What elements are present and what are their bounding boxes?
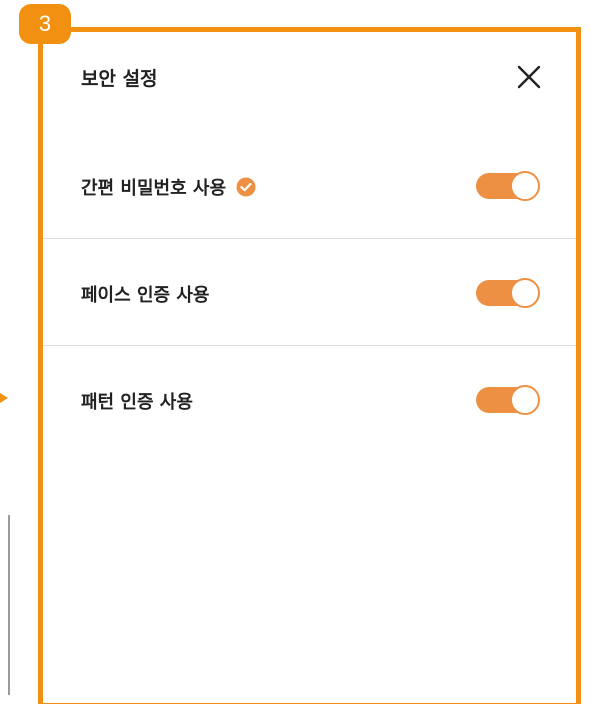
setting-row-face-auth: 페이스 인증 사용	[43, 239, 576, 346]
setting-label-wrapper: 패턴 인증 사용	[81, 388, 193, 414]
setting-row-simple-password: 간편 비밀번호 사용	[43, 132, 576, 239]
toggle-knob	[510, 171, 540, 201]
close-icon	[517, 65, 541, 89]
simple-password-toggle[interactable]	[476, 171, 540, 201]
page-title: 보안 설정	[81, 68, 158, 90]
face-auth-toggle[interactable]	[476, 278, 540, 308]
setting-label-wrapper: 페이스 인증 사용	[81, 281, 209, 307]
setting-label: 페이스 인증 사용	[81, 285, 210, 306]
settings-list: 간편 비밀번호 사용 페이스 인증 사용 패턴 인증 사용	[43, 132, 576, 452]
panel-header: 보안 설정	[43, 32, 576, 127]
toggle-knob	[510, 278, 540, 308]
check-circle-icon	[236, 177, 256, 197]
setting-row-pattern-auth: 패턴 인증 사용	[43, 346, 576, 452]
arrow-pointer-icon	[0, 393, 8, 403]
security-settings-panel: 보안 설정 간편 비밀번호 사용 페이스 인증 사용 패턴 인증 사용	[38, 27, 581, 704]
setting-label-wrapper: 간편 비밀번호 사용	[81, 174, 256, 200]
setting-label: 패턴 인증 사용	[81, 392, 193, 413]
toggle-knob	[510, 385, 540, 415]
step-badge: 3	[19, 4, 71, 44]
background-divider	[8, 515, 10, 695]
setting-label: 간편 비밀번호 사용	[81, 178, 227, 199]
screenshot-page: 3 보안 설정 간편 비밀번호 사용 페이스 인증 사용 패턴 인증 사용	[0, 0, 590, 704]
pattern-auth-toggle[interactable]	[476, 385, 540, 415]
close-button[interactable]	[514, 62, 544, 92]
